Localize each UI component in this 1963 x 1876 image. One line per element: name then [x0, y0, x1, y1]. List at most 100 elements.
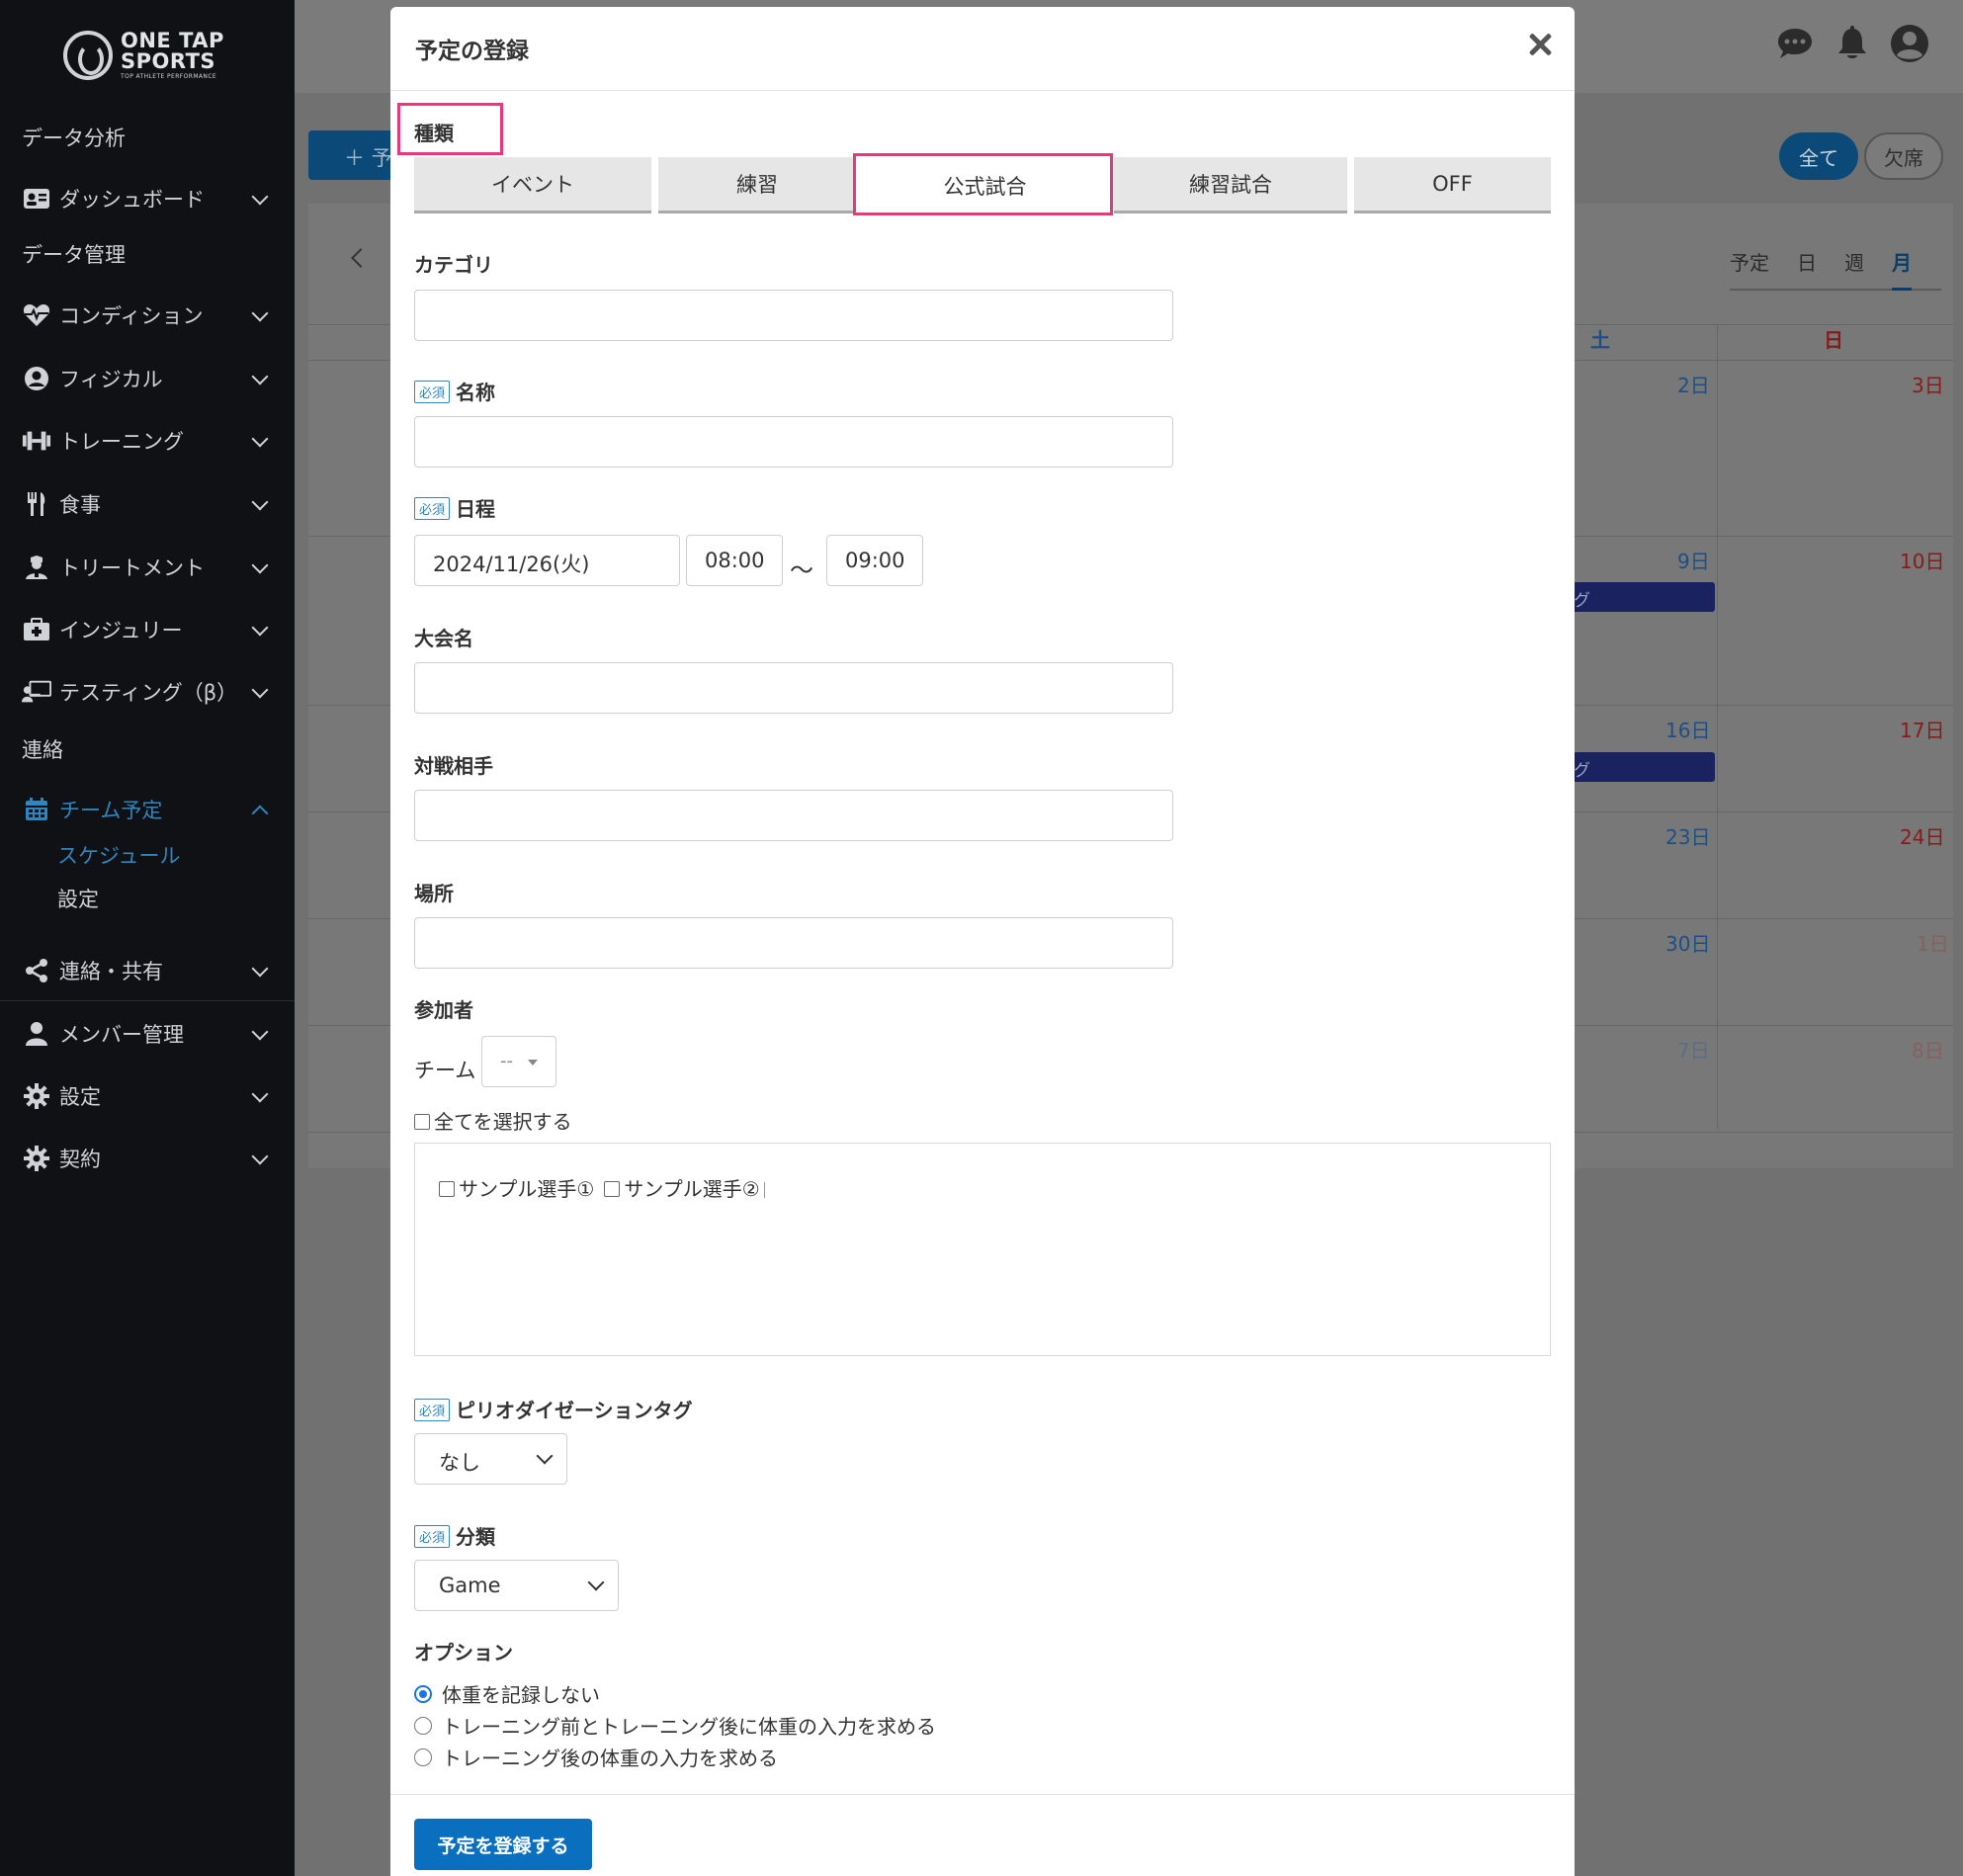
select-all-checkbox[interactable] — [414, 1114, 430, 1130]
sidebar-subitem-settings[interactable]: 設定 — [57, 884, 99, 913]
date-input[interactable]: 2024/11/26(火) — [414, 535, 680, 586]
calendar-day[interactable]: 10日 — [1900, 546, 1944, 574]
sidebar-item-training[interactable]: トレーニング — [0, 416, 295, 466]
name-input[interactable] — [414, 416, 1173, 468]
register-schedule-button[interactable]: 予定を登録する — [414, 1819, 592, 1870]
classification-label-text: 分類 — [456, 1525, 496, 1549]
sidebar-item-injury[interactable]: インジュリー — [0, 605, 295, 654]
select-all-option[interactable]: 全てを選択する — [414, 1106, 572, 1135]
sidebar-item-label: メンバー管理 — [59, 1023, 184, 1047]
periodization-label: 必須 ピリオダイゼーションタグ — [414, 1395, 693, 1423]
sidebar-item-share[interactable]: 連絡・共有 — [0, 946, 295, 995]
chevron-down-icon — [251, 559, 267, 575]
tab-month-view[interactable]: 月 — [1892, 247, 1912, 291]
calendar-day[interactable]: 23日 — [1665, 821, 1710, 850]
chevron-down-icon — [587, 1574, 605, 1591]
chevron-left-icon[interactable] — [348, 249, 368, 269]
weekday-sunday: 日 — [1824, 328, 1843, 352]
radio-unselected[interactable] — [414, 1748, 432, 1766]
calendar-day[interactable]: 24日 — [1900, 821, 1944, 850]
bell-icon[interactable] — [1833, 24, 1872, 63]
member-name: サンプル選手② — [624, 1177, 760, 1201]
calendar-day[interactable]: 1日 — [1917, 928, 1949, 957]
member-checkbox[interactable] — [439, 1181, 455, 1197]
sidebar-item-settings[interactable]: 設定 — [0, 1071, 295, 1121]
filter-absent-button[interactable]: 欠席 — [1864, 132, 1943, 180]
end-time-input[interactable]: 09:00 — [826, 535, 923, 586]
option-weight-after[interactable]: トレーニング後の体重の入力を求める — [414, 1743, 778, 1771]
tab-off[interactable]: OFF — [1354, 157, 1551, 213]
periodization-select[interactable]: なし — [414, 1433, 567, 1485]
sidebar-subitem-schedule[interactable]: スケジュール — [57, 840, 181, 870]
sidebar-item-team-schedule[interactable]: チーム予定 — [0, 785, 295, 834]
radio-selected[interactable] — [414, 1684, 432, 1703]
calendar-day[interactable]: 8日 — [1912, 1035, 1944, 1064]
calendar-day[interactable]: 2日 — [1677, 370, 1710, 398]
calendar-day[interactable]: 3日 — [1912, 370, 1944, 398]
sidebar-item-label: データ分析 — [22, 127, 126, 150]
medkit-icon — [22, 617, 51, 642]
classification-select-value: Game — [439, 1574, 501, 1597]
sidebar-item-treatment[interactable]: トリートメント — [0, 543, 295, 592]
tab-week-view[interactable]: 週 — [1844, 247, 1864, 289]
account-avatar-icon[interactable] — [1890, 24, 1929, 63]
team-label: チーム — [414, 1059, 476, 1082]
calendar-day[interactable]: 7日 — [1677, 1035, 1710, 1064]
app-logo[interactable]: ONE TAP SPORTS TOP ATHLETE PERFORMANCE — [63, 30, 231, 81]
calendar-event[interactable]: グ — [1572, 582, 1715, 612]
sidebar-item-condition[interactable]: コンディション — [0, 291, 295, 340]
close-icon[interactable] — [1525, 29, 1557, 60]
sidebar-item-data-analysis[interactable]: データ分析 — [0, 113, 295, 162]
team-select[interactable]: -- — [481, 1036, 556, 1087]
calendar-day[interactable]: 30日 — [1665, 928, 1710, 957]
classification-select[interactable]: Game — [414, 1560, 619, 1611]
utensils-icon — [22, 491, 51, 517]
sidebar-item-label: フィジカル — [59, 368, 163, 391]
sidebar-item-contract[interactable]: 契約 — [0, 1134, 295, 1183]
sidebar-item-physical[interactable]: フィジカル — [0, 354, 295, 403]
tab-day-view[interactable]: 日 — [1797, 247, 1817, 289]
opponent-input[interactable] — [414, 790, 1173, 841]
sidebar-item-label: 契約 — [59, 1148, 101, 1171]
sidebar-item-member-management[interactable]: メンバー管理 — [0, 1009, 295, 1059]
tab-event[interactable]: イベント — [414, 157, 651, 213]
name-label: 必須 名称 — [414, 377, 495, 405]
chevron-down-icon — [251, 1151, 267, 1166]
tab-list-view[interactable]: 予定 — [1730, 247, 1769, 289]
gear-icon — [22, 1083, 51, 1109]
sidebar-item-meal[interactable]: 食事 — [0, 479, 295, 529]
calendar-day[interactable]: 17日 — [1900, 715, 1944, 743]
option-label: トレーニング後の体重の入力を求める — [442, 1747, 778, 1770]
team-select-value: -- — [500, 1051, 513, 1071]
sidebar-item-dashboard[interactable]: ダッシュボード — [0, 174, 295, 223]
filter-all-button[interactable]: 全て — [1779, 132, 1858, 180]
add-schedule-button[interactable]: ＋ 予 — [308, 130, 397, 180]
tournament-input[interactable] — [414, 662, 1173, 714]
sidebar-item-label: チーム予定 — [59, 799, 163, 822]
option-label: 体重を記録しない — [442, 1683, 600, 1707]
member-option[interactable]: サンプル選手① — [439, 1173, 594, 1202]
tab-practice-match[interactable]: 練習試合 — [1114, 157, 1347, 213]
sidebar-item-data-management[interactable]: データ管理 — [0, 229, 295, 279]
tab-practice[interactable]: 練習 — [658, 157, 856, 213]
start-time-input[interactable]: 08:00 — [686, 535, 783, 586]
radio-unselected[interactable] — [414, 1716, 432, 1735]
option-label: トレーニング前とトレーニング後に体重の入力を求める — [442, 1715, 936, 1739]
calendar-event[interactable]: グ — [1572, 752, 1715, 782]
periodization-label-text: ピリオダイゼーションタグ — [456, 1399, 693, 1422]
sidebar-item-contact[interactable]: 連絡 — [0, 725, 295, 774]
sidebar-item-testing[interactable]: テスティング（β） — [0, 667, 295, 717]
member-option[interactable]: サンプル選手② — [604, 1173, 765, 1202]
category-input[interactable] — [414, 290, 1173, 341]
heartbeat-icon — [22, 302, 51, 328]
calendar-day[interactable]: 16日 — [1665, 715, 1710, 743]
option-weight-before-after[interactable]: トレーニング前とトレーニング後に体重の入力を求める — [414, 1711, 936, 1740]
calendar-day[interactable]: 9日 — [1677, 546, 1710, 574]
chevron-down-icon — [251, 684, 267, 700]
place-input[interactable] — [414, 917, 1173, 969]
modal-title: 予定の登録 — [415, 39, 529, 64]
member-checkbox[interactable] — [604, 1181, 621, 1197]
chat-icon[interactable] — [1775, 24, 1815, 63]
option-no-weight[interactable]: 体重を記録しない — [414, 1679, 600, 1708]
calendar-icon — [22, 797, 51, 822]
